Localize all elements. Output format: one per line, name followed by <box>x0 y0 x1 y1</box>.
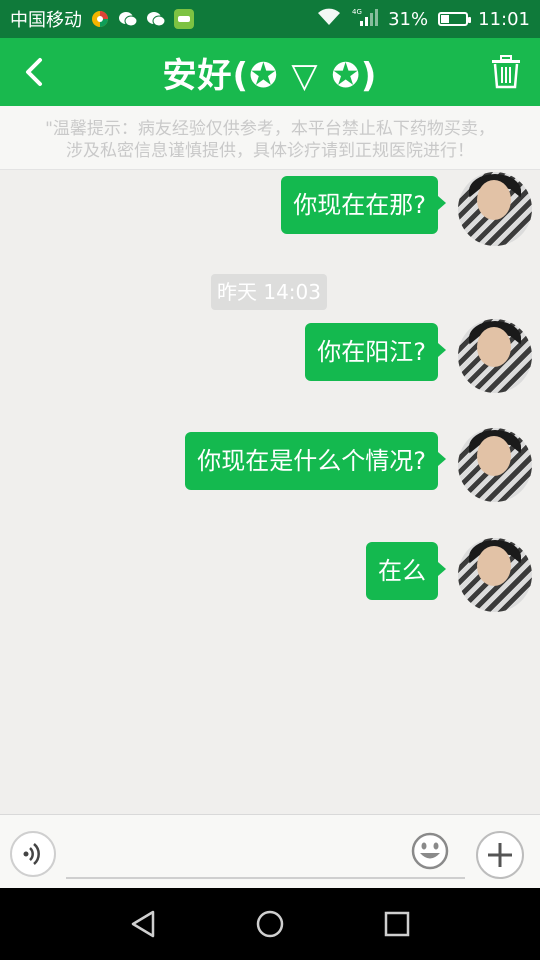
wifi-icon <box>316 7 342 32</box>
plus-button[interactable] <box>476 831 524 879</box>
wechat-icon <box>146 9 166 29</box>
battery-icon <box>438 12 472 26</box>
message-bubble[interactable]: 你在阳江? <box>305 323 446 381</box>
voice-icon <box>23 843 40 865</box>
signal-icon: 4G <box>352 7 379 32</box>
avatar[interactable] <box>458 319 532 393</box>
notice-line-1: "温馨提示：病友经验仅供参考，本平台禁止私下药物买卖， <box>45 119 495 139</box>
input-bar <box>0 814 540 888</box>
message-row: 你现在在那? <box>281 172 532 246</box>
chat-title: 安好(✪ ▽ ✪) <box>162 55 378 96</box>
message-row: 在么 <box>366 538 532 612</box>
circle-home-icon <box>256 910 284 938</box>
battery-percent: 31% <box>388 8 429 30</box>
status-bar: 中国移动 4G 31% 11:01 <box>0 0 540 38</box>
game-app-icon <box>174 9 194 29</box>
avatar-face <box>477 327 511 367</box>
avatar-face <box>477 180 511 220</box>
system-nav-bar <box>0 888 540 960</box>
message-row: 你在阳江? <box>305 319 532 393</box>
avatar-face <box>477 546 511 586</box>
clock: 11:01 <box>478 8 530 30</box>
battery-fill <box>441 15 450 23</box>
svg-text:4G: 4G <box>352 8 362 16</box>
nav-back-button[interactable] <box>123 904 163 944</box>
notice-line-2: 涉及私密信息谨慎提供，具体诊疗请到正规医院进行！ <box>66 141 474 161</box>
message-bubble[interactable]: 你现在是什么个情况? <box>185 432 446 490</box>
voice-button[interactable] <box>10 831 56 877</box>
status-right: 4G 31% 11:01 <box>316 7 530 32</box>
trash-icon <box>492 55 520 89</box>
avatar-face <box>477 436 511 476</box>
chevron-left-icon <box>26 58 42 86</box>
warning-notice: "温馨提示：病友经验仅供参考，本平台禁止私下药物买卖， 涉及私密信息谨慎提供，具… <box>0 106 540 170</box>
triangle-back-icon <box>132 910 155 938</box>
delete-button[interactable] <box>486 52 526 92</box>
plus-icon <box>488 843 512 867</box>
message-input[interactable] <box>66 833 465 879</box>
status-left: 中国移动 <box>10 6 194 32</box>
avatar[interactable] <box>458 428 532 502</box>
chat-header: 安好(✪ ▽ ✪) <box>0 38 540 106</box>
app-icon <box>90 9 110 29</box>
smiley-icon <box>411 832 449 870</box>
square-recent-icon <box>384 911 409 937</box>
timestamp: 昨天 14:03 <box>211 274 327 310</box>
wechat-icon <box>118 9 138 29</box>
message-row: 你现在是什么个情况? <box>185 428 532 502</box>
emoji-button[interactable] <box>410 831 450 871</box>
message-bubble[interactable]: 在么 <box>366 542 446 600</box>
message-bubble[interactable]: 你现在在那? <box>281 176 446 234</box>
avatar[interactable] <box>458 172 532 246</box>
back-button[interactable] <box>14 52 54 92</box>
avatar[interactable] <box>458 538 532 612</box>
nav-home-button[interactable] <box>250 904 290 944</box>
carrier-label: 中国移动 <box>10 10 82 31</box>
nav-recent-button[interactable] <box>377 904 417 944</box>
